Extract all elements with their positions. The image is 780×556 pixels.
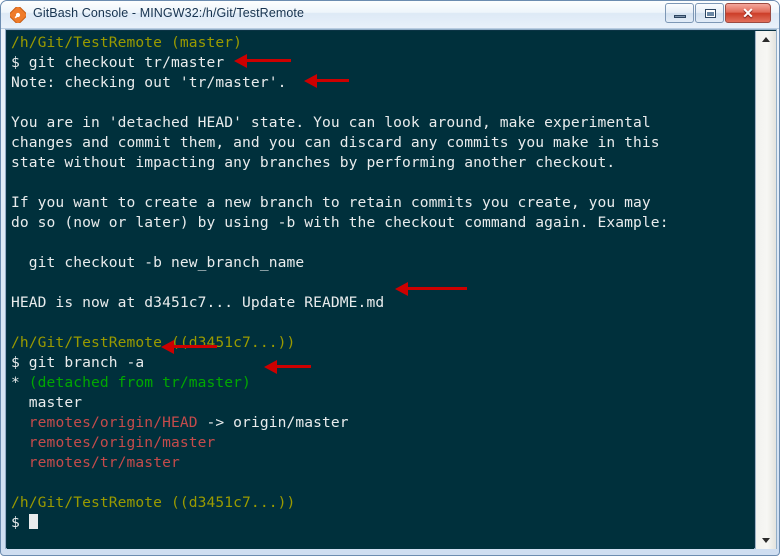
console-frame: /h/Git/TestRemote (master) $ git checkout… [5, 29, 777, 549]
terminal-line-head-now-at: HEAD is now at d3451c7... Update README.… [11, 293, 754, 313]
terminal-line-detached-1: You are in 'detached HEAD' state. You ca… [11, 113, 754, 133]
terminal-text: remotes/origin/HEAD [28, 414, 198, 431]
terminal-text: master [11, 394, 83, 411]
terminal-text: /h/Git/TestRemote (master) [11, 34, 243, 51]
triangle-up-icon [762, 37, 770, 42]
terminal-text: Note: checking out 'tr/master'. [11, 74, 287, 91]
terminal-line-cmd-checkout: $ git checkout tr/master [11, 53, 754, 73]
gitbash-window: GitBash Console - MINGW32:/h/Git/TestRem… [0, 0, 780, 556]
terminal-line-detached-2: changes and commit them, and you can dis… [11, 133, 754, 153]
terminal-line-cmd-branch-a: $ git branch -a [11, 353, 754, 373]
window-titlebar[interactable]: GitBash Console - MINGW32:/h/Git/TestRem… [1, 1, 779, 29]
scroll-up-button[interactable] [756, 31, 777, 48]
git-diamond-icon [10, 7, 26, 23]
terminal-line-blank-1 [11, 93, 754, 113]
terminal-text: HEAD is now at d3451c7... Update README.… [11, 294, 385, 311]
terminal-line-blank-6 [11, 473, 754, 493]
terminal-output-area[interactable]: /h/Git/TestRemote (master) $ git checkout… [7, 31, 754, 549]
vertical-scrollbar[interactable] [755, 31, 776, 549]
terminal-text: do so (now or later) by using -b with th… [11, 214, 669, 231]
terminal-text: If you want to create a new branch to re… [11, 194, 651, 211]
terminal-line-cmd-current: $ [11, 513, 754, 533]
terminal-text: remotes/origin/master [28, 434, 216, 451]
terminal-text: remotes/tr/master [28, 454, 180, 471]
terminal-line-branch-origin-master: remotes/origin/master [11, 433, 754, 453]
terminal-cursor [28, 514, 38, 529]
terminal-line-newbranch-1: If you want to create a new branch to re… [11, 193, 754, 213]
terminal-line-newbranch-2: do so (now or later) by using -b with th… [11, 213, 754, 233]
maximize-icon-fill [707, 12, 714, 16]
close-button[interactable]: ✕ [725, 3, 771, 23]
terminal-text: /h/Git/TestRemote ((d3451c7...)) [11, 494, 296, 511]
terminal-text: /h/Git/TestRemote ((d3451c7...)) [11, 334, 296, 351]
terminal-text: You are in 'detached HEAD' state. You ca… [11, 114, 651, 131]
minimize-button[interactable] [665, 3, 694, 23]
close-icon: ✕ [742, 5, 754, 21]
terminal-line-blank-2 [11, 173, 754, 193]
terminal-line-branch-origin-head: remotes/origin/HEAD -> origin/master [11, 413, 754, 433]
terminal-text: -> origin/master [197, 414, 349, 431]
terminal-line-example-cmd: git checkout -b new_branch_name [11, 253, 754, 273]
terminal-line-prompt-3: /h/Git/TestRemote ((d3451c7...)) [11, 493, 754, 513]
terminal-text: $ git checkout tr/master [11, 54, 225, 71]
scroll-down-button[interactable] [756, 532, 777, 549]
terminal-line-blank-3 [11, 233, 754, 253]
terminal-line-branch-tr-master: remotes/tr/master [11, 453, 754, 473]
terminal-text: $ git branch -a [11, 354, 145, 371]
terminal-text: changes and commit them, and you can dis… [11, 134, 660, 151]
terminal-text: git checkout -b new_branch_name [11, 254, 305, 271]
terminal-text: (detached from tr/master) [28, 374, 251, 391]
maximize-button[interactable] [695, 3, 724, 23]
minimize-icon [674, 15, 686, 18]
terminal-line-blank-5 [11, 313, 754, 333]
terminal-line-prompt-1: /h/Git/TestRemote (master) [11, 33, 754, 53]
terminal-text: * [11, 374, 29, 391]
terminal-lines: /h/Git/TestRemote (master) $ git checkout… [11, 33, 754, 533]
terminal-text: $ [11, 514, 29, 531]
terminal-text: state without impacting any branches by … [11, 154, 616, 171]
terminal-line-branch-master: master [11, 393, 754, 413]
terminal-line-note-line: Note: checking out 'tr/master'. [11, 73, 754, 93]
terminal-line-branch-detached: * (detached from tr/master) [11, 373, 754, 393]
triangle-down-icon [762, 538, 770, 543]
terminal-line-blank-4 [11, 273, 754, 293]
terminal-line-prompt-2: /h/Git/TestRemote ((d3451c7...)) [11, 333, 754, 353]
window-title: GitBash Console - MINGW32:/h/Git/TestRem… [33, 6, 305, 20]
terminal-line-detached-3: state without impacting any branches by … [11, 153, 754, 173]
